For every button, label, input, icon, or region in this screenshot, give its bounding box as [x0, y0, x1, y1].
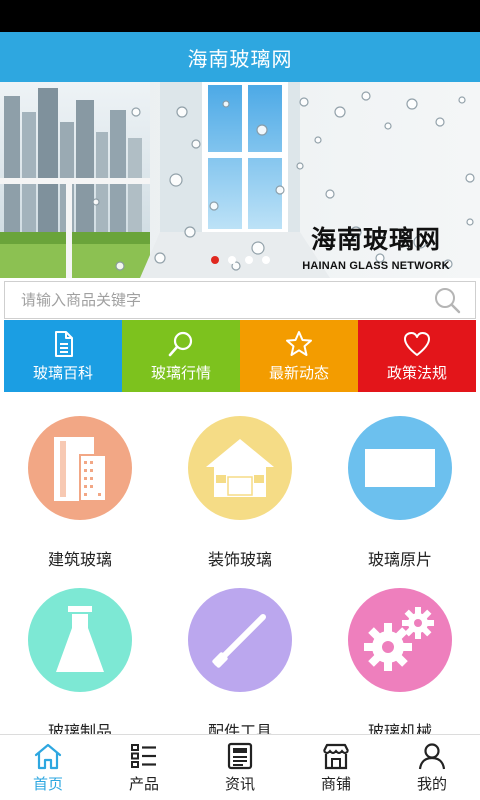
- carousel-dot[interactable]: [227, 256, 236, 264]
- search-icon[interactable]: [433, 286, 461, 314]
- building-icon: [54, 437, 107, 502]
- search-bar[interactable]: [4, 281, 476, 319]
- category-circle: [188, 588, 292, 692]
- flask-icon: [56, 606, 104, 672]
- quick-nav-label: 最新动态: [268, 363, 329, 382]
- home-icon: [34, 743, 62, 769]
- glass-sheet-icon: [365, 449, 435, 487]
- list-icon: [131, 743, 156, 768]
- category-circle: [28, 416, 132, 520]
- quick-nav-label: 玻璃百科: [32, 363, 93, 382]
- category-architectural-glass[interactable]: 建筑玻璃: [0, 416, 160, 570]
- tab-label: 资讯: [224, 774, 255, 793]
- quick-nav-label: 玻璃行情: [150, 363, 211, 382]
- banner-brand: 海南玻璃网 HAINAN GLASS NETWORK: [296, 220, 456, 272]
- category-circle: [28, 588, 132, 692]
- banner-carousel[interactable]: 海南玻璃网 HAINAN GLASS NETWORK: [0, 82, 480, 278]
- quick-nav-policy[interactable]: 政策法规: [358, 320, 476, 392]
- category-accessories-tools[interactable]: 配件工具: [160, 588, 320, 742]
- quick-nav-glass-market[interactable]: 玻璃行情: [122, 320, 240, 392]
- category-label: 建筑玻璃: [47, 550, 112, 569]
- quick-nav-glass-wiki[interactable]: 玻璃百科: [4, 320, 122, 392]
- store-icon: [323, 743, 349, 769]
- quick-nav-label: 政策法规: [386, 363, 447, 382]
- heart-icon: [404, 331, 430, 356]
- tab-label: 商铺: [320, 774, 351, 793]
- category-circle: [188, 416, 292, 520]
- app-screen: 海南玻璃网 海南玻璃网 HAINAN GLASS NETWORK 请输入商品关键…: [0, 0, 480, 800]
- tab-label: 首页: [32, 774, 63, 793]
- carousel-dot-active[interactable]: [210, 256, 219, 264]
- carousel-indicators: [0, 256, 480, 264]
- carousel-dot[interactable]: [244, 256, 253, 264]
- star-icon: [286, 330, 312, 356]
- banner-brand-cn: 海南玻璃网: [310, 225, 441, 254]
- title-bar: 海南玻璃网: [0, 32, 480, 82]
- bottom-tab-bar: 首页 产品 资讯 商铺 我的: [0, 734, 480, 800]
- category-decorative-glass[interactable]: 装饰玻璃: [160, 416, 320, 570]
- news-icon: [227, 742, 253, 769]
- quick-nav-latest-news[interactable]: 最新动态: [240, 320, 358, 392]
- search-icon: [168, 331, 193, 356]
- category-glass-products[interactable]: 玻璃制品: [0, 588, 160, 742]
- category-circle: [348, 588, 452, 692]
- tab-label: 产品: [128, 774, 159, 793]
- tab-stores[interactable]: 商铺: [288, 735, 384, 800]
- document-icon: [55, 330, 73, 357]
- category-circle: [348, 416, 452, 520]
- status-bar: [0, 0, 480, 32]
- category-label: 装饰玻璃: [207, 550, 272, 569]
- carousel-dot[interactable]: [261, 256, 270, 264]
- category-grid: 建筑玻璃 装饰玻璃 玻璃原片 玻璃制品 配件工具 玻璃机械: [0, 392, 480, 741]
- house-icon: [206, 439, 274, 497]
- user-icon: [418, 742, 446, 769]
- search-input[interactable]: [5, 282, 433, 318]
- tab-label: 我的: [416, 774, 447, 793]
- tab-home[interactable]: 首页: [0, 735, 96, 800]
- tool-icon: [212, 614, 266, 668]
- quick-nav: 玻璃百科 玻璃行情 最新动态 政策法规: [4, 320, 476, 392]
- tab-products[interactable]: 产品: [96, 735, 192, 800]
- category-float-glass[interactable]: 玻璃原片: [320, 416, 480, 570]
- page-title: 海南玻璃网: [187, 46, 293, 71]
- tab-news[interactable]: 资讯: [192, 735, 288, 800]
- category-glass-machinery[interactable]: 玻璃机械: [320, 588, 480, 742]
- tab-profile[interactable]: 我的: [384, 735, 480, 800]
- gears-icon: [364, 607, 434, 671]
- category-label: 玻璃原片: [367, 550, 432, 569]
